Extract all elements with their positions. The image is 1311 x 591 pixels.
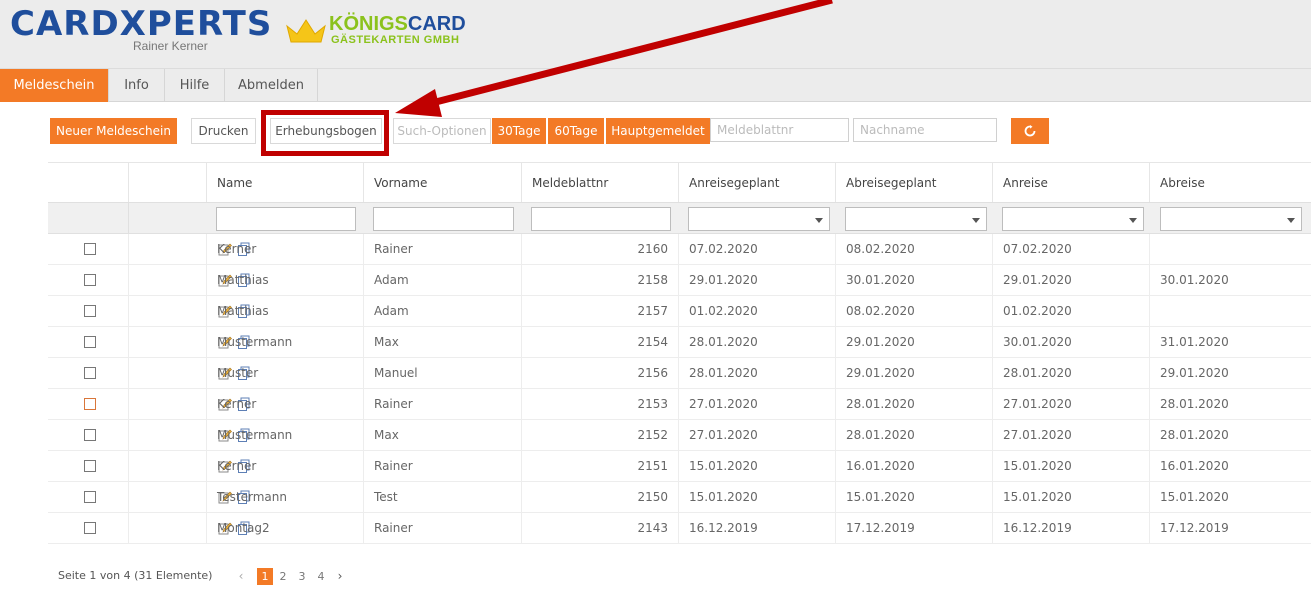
annotation-arrow <box>395 0 833 117</box>
